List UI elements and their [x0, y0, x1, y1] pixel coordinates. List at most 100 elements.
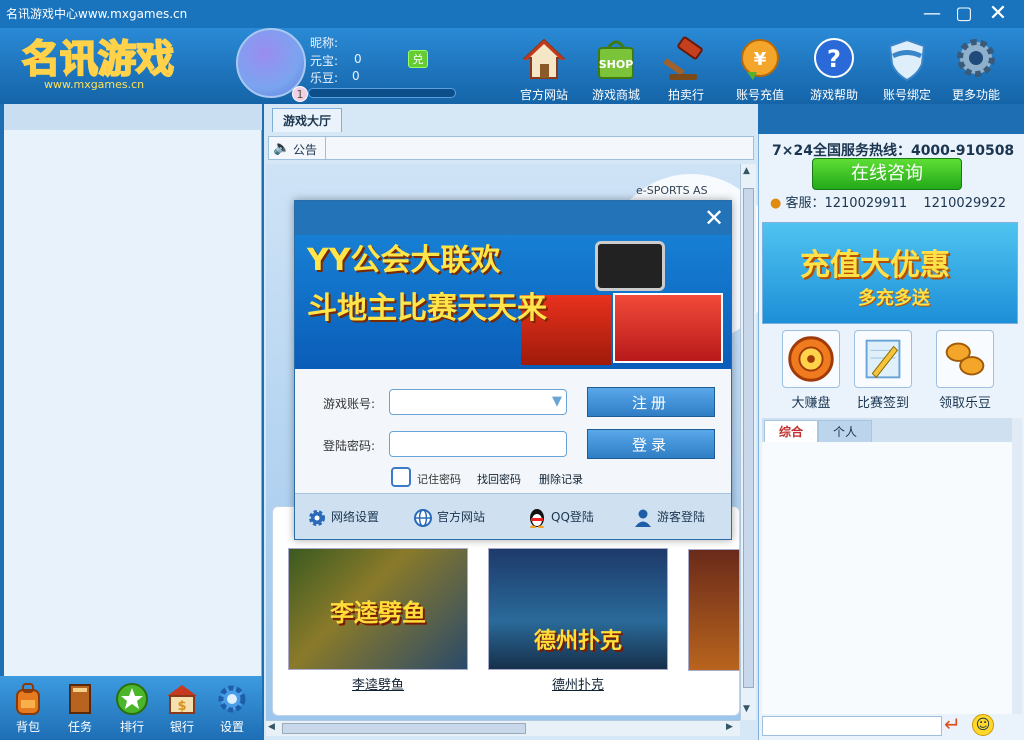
match-signin-button[interactable]: 比赛签到 — [848, 330, 918, 411]
promo-subtitle: 多充多送 — [858, 288, 930, 309]
qq-penguin-icon: ● — [770, 196, 782, 211]
nav-more[interactable]: 更多功能 — [940, 36, 1012, 106]
delete-record-link[interactable]: 删除记录 — [539, 471, 583, 487]
lucky-wheel-button[interactable]: 大赚盘 — [776, 330, 846, 411]
task-button[interactable]: 任务 — [56, 682, 104, 735]
official-site-button[interactable]: 官方网站 — [413, 506, 485, 528]
nickname-label: 昵称: — [310, 36, 339, 50]
nav-recharge[interactable]: ¥ 账号充值 — [724, 36, 796, 106]
exchange-button[interactable]: 兑 — [408, 50, 428, 68]
chat-messages — [762, 442, 1012, 714]
nav-label: 账号充值 — [735, 88, 784, 102]
scroll-down-icon[interactable]: ▼ — [743, 704, 750, 714]
cs-number-1[interactable]: 客服：1210029911 — [785, 196, 907, 211]
left-panel — [4, 104, 262, 740]
svg-text:¥: ¥ — [754, 49, 767, 70]
banner-line-2: 斗地主比赛天天来 — [307, 291, 547, 326]
online-consult-button[interactable]: 在线咨询 — [812, 158, 962, 190]
tablet-image — [595, 241, 665, 291]
nav-label: 账号绑定 — [882, 88, 931, 102]
dialog-close-button[interactable]: ✕ — [699, 203, 729, 233]
gavel-icon — [663, 36, 703, 80]
notice-divider — [325, 137, 326, 159]
tab-game-hall[interactable]: 游戏大厅 — [272, 108, 342, 132]
nav-label: 拍卖行 — [667, 88, 704, 102]
rank-button[interactable]: 排行 — [108, 682, 156, 735]
scroll-left-icon[interactable]: ◀ — [268, 722, 275, 732]
footer-label: 网络设置 — [331, 510, 380, 524]
coin-yuan-icon: ¥ — [741, 39, 779, 80]
nav-auction[interactable]: 拍卖行 — [650, 36, 722, 106]
claim-ledou-button[interactable]: 领取乐豆 — [930, 330, 1000, 411]
banner-line-1: YY公会大联欢 — [307, 243, 501, 278]
bank-button[interactable]: $ 银行 — [158, 682, 206, 735]
help-icon: ? — [814, 38, 854, 78]
network-settings-button[interactable]: 网络设置 — [307, 506, 379, 528]
guest-login-button[interactable]: 游客登陆 — [633, 506, 705, 528]
toolbar-label: 设置 — [219, 720, 244, 734]
chat-scrollbar[interactable] — [1012, 418, 1022, 714]
close-button[interactable]: ✕ — [984, 2, 1012, 26]
yuanbao-value: 0 — [354, 52, 362, 66]
game-thumbnail[interactable]: 李逵劈鱼 — [288, 548, 468, 670]
emoji-icon[interactable]: ☺ — [972, 714, 994, 736]
speaker-icon: 🔈 — [273, 140, 291, 156]
recover-password-link[interactable]: 找回密码 — [477, 471, 521, 487]
level-badge: 1 — [292, 86, 308, 102]
tab-general[interactable]: 综合 — [764, 420, 818, 442]
game-thumbnail-partial[interactable] — [688, 549, 740, 671]
login-button[interactable]: 登录 — [587, 429, 715, 459]
account-label: 游戏账号: — [323, 397, 376, 411]
minimize-button[interactable]: — — [918, 2, 946, 26]
footer-label: 官方网站 — [437, 510, 486, 524]
settings-button[interactable]: 设置 — [208, 682, 256, 735]
cs-number-2[interactable]: 1210029922 — [923, 196, 1006, 211]
gear-icon — [957, 39, 995, 77]
backpack-icon — [16, 683, 40, 715]
hscroll-thumb[interactable] — [282, 723, 526, 734]
vertical-scrollbar[interactable]: ▲ ▼ — [740, 164, 756, 720]
footer-label: QQ登陆 — [551, 510, 594, 524]
game-card-texas[interactable]: 德州扑克 德州扑克 — [486, 548, 670, 696]
game-thumbnail[interactable]: 德州扑克 — [488, 548, 668, 670]
feature-label: 比赛签到 — [856, 396, 909, 411]
remember-label[interactable]: 记住密码 — [417, 471, 461, 487]
logo: 名讯游戏 www.mxgames.cn — [18, 34, 198, 91]
login-form: 游戏账号: ▼ 注册 登陆密码: 登录 记住密码 找回密码 删除记录 — [295, 369, 731, 493]
scroll-thumb[interactable] — [743, 188, 754, 688]
qq-login-button[interactable]: QQ登陆 — [527, 506, 594, 528]
game-card-likui[interactable]: 李逵劈鱼 李逵劈鱼 — [286, 548, 470, 696]
gift-box-image — [613, 293, 723, 363]
backpack-button[interactable]: 背包 — [4, 682, 52, 735]
notice-label[interactable]: 公告 — [293, 141, 317, 158]
nav-game-mall[interactable]: SHOP 游戏商城 — [580, 36, 652, 106]
game-thumb-title: 李逵劈鱼 — [330, 599, 426, 627]
nav-help[interactable]: ? 游戏帮助 — [798, 36, 870, 106]
remember-checkbox[interactable] — [391, 467, 411, 487]
tab-personal[interactable]: 个人 — [818, 420, 872, 442]
shop-badge-text: SHOP — [599, 58, 634, 71]
nav-account-bind[interactable]: 账号绑定 — [871, 36, 943, 106]
send-arrow-icon[interactable]: ↵ — [944, 714, 961, 734]
register-button[interactable]: 注册 — [587, 387, 715, 417]
game-link[interactable]: 李逵劈鱼 — [286, 674, 470, 693]
maximize-button[interactable]: ▢ — [950, 2, 978, 26]
account-input[interactable]: ▼ — [389, 389, 567, 415]
horizontal-scrollbar[interactable]: ◀ ▶ — [266, 720, 740, 736]
scroll-right-icon[interactable]: ▶ — [726, 722, 733, 732]
chat-input[interactable] — [762, 716, 942, 736]
scroll-up-icon[interactable]: ▲ — [743, 166, 750, 176]
toolbar-label: 任务 — [67, 720, 92, 734]
nav-official-site[interactable]: 官方网站 — [508, 36, 580, 106]
esports-text: e-SPORTS AS — [636, 184, 708, 197]
dropdown-arrow-icon[interactable]: ▼ — [552, 394, 562, 409]
nav-label: 游戏商城 — [591, 88, 640, 102]
ledou-value: 0 — [352, 69, 360, 83]
footer-label: 游客登陆 — [657, 510, 706, 524]
ledou-label: 乐豆: — [310, 71, 339, 85]
password-input[interactable] — [389, 431, 567, 457]
pencil-icon — [854, 330, 912, 388]
login-dialog: ✕ YY公会大联欢 斗地主比赛天天来 游戏账号: ▼ 注册 登陆密码: 登录 记… — [294, 200, 732, 540]
toolbar-label: 排行 — [119, 720, 144, 734]
game-link[interactable]: 德州扑克 — [486, 674, 670, 693]
